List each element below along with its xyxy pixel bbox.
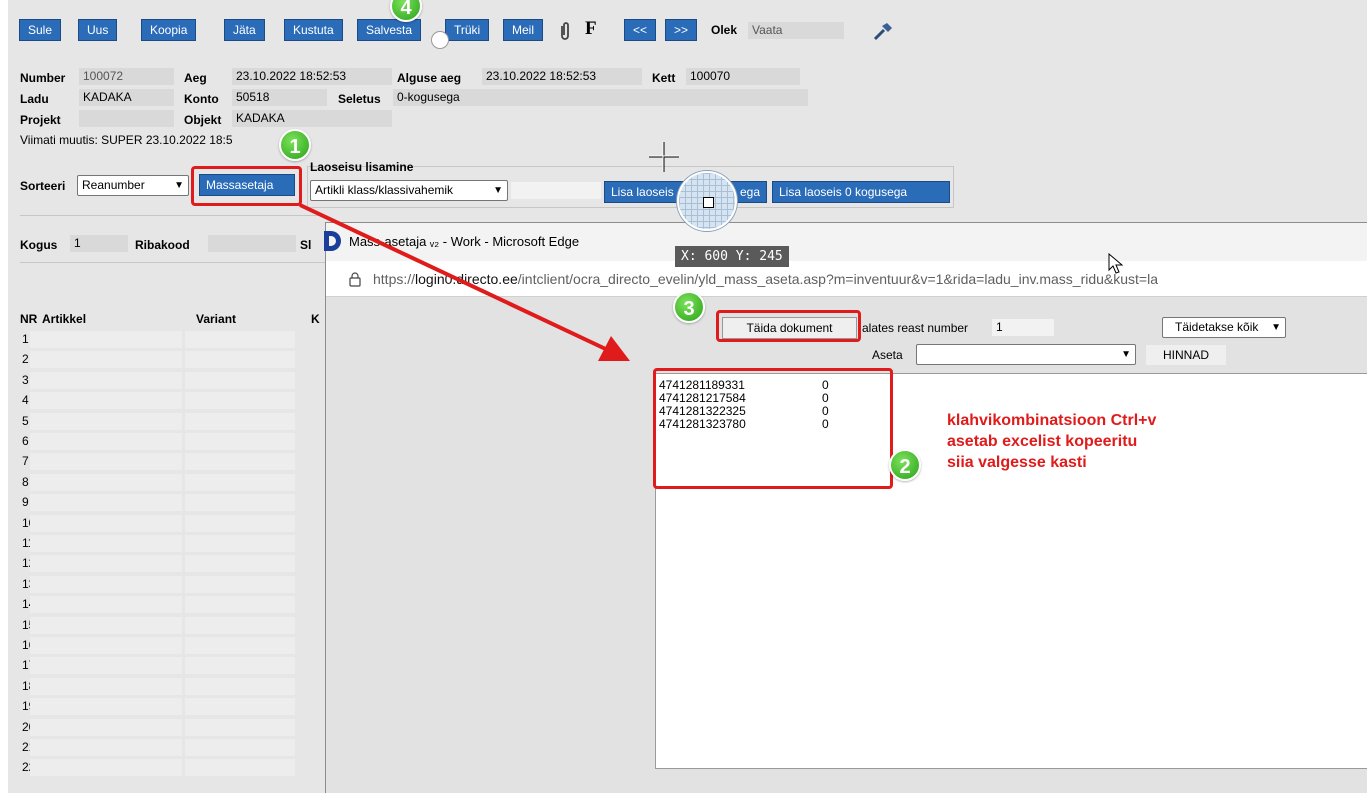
- instruction-line-3: siia valgesse kasti: [947, 454, 1087, 471]
- magnifier-center: [703, 197, 714, 208]
- magnifier: [677, 171, 737, 231]
- step-badge-3: 3: [673, 291, 705, 323]
- instruction-text: klahvikombinatsioon Ctrl+v asetab exceli…: [947, 410, 1156, 473]
- instruction-line-2: asetab excelist kopeeritu: [947, 433, 1138, 450]
- coordinate-readout: X: 600 Y: 245: [675, 246, 789, 267]
- mouse-cursor-icon: [1108, 252, 1124, 278]
- crosshair-icon: [649, 142, 679, 175]
- instruction-line-1: klahvikombinatsioon Ctrl+v: [947, 412, 1157, 429]
- red-arrow: [299, 203, 630, 361]
- step-badge-1: 1: [279, 129, 311, 161]
- cursor-dot: [431, 31, 449, 49]
- step-badge-2: 2: [889, 449, 921, 481]
